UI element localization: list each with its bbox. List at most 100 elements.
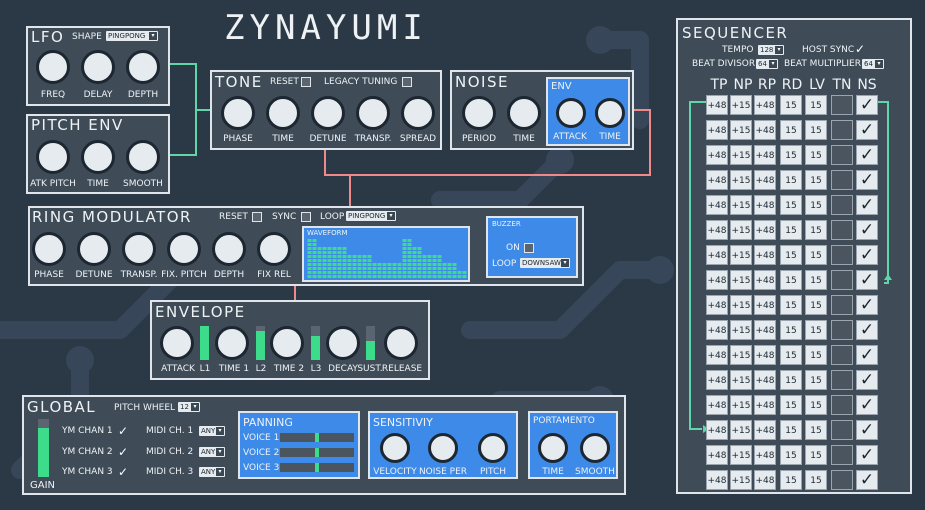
seq-tp-cell[interactable]: +48 [706, 145, 728, 165]
buzzer-loop-dropdown[interactable]: DOWNSAW ▾ [520, 258, 570, 268]
seq-rd-cell[interactable]: 15 [780, 220, 802, 240]
seq-rp-cell[interactable]: +48 [754, 245, 776, 265]
seq-lv-cell[interactable]: 15 [805, 320, 827, 340]
voice1-pan-slider[interactable] [280, 433, 354, 442]
seq-rp-cell[interactable]: +48 [754, 220, 776, 240]
seq-ns-checkbox[interactable]: ✓ [856, 345, 878, 365]
ring-reset-checkbox[interactable] [252, 212, 262, 222]
seq-tn-toggle[interactable] [831, 370, 853, 390]
seq-rp-cell[interactable]: +48 [754, 270, 776, 290]
seq-tp-cell[interactable]: +48 [706, 270, 728, 290]
pitch-env-atk-pitch-knob[interactable] [36, 140, 70, 174]
seq-np-cell[interactable]: +15 [730, 320, 752, 340]
noise-time-knob[interactable] [507, 96, 541, 130]
voice3-pan-thumb[interactable] [315, 463, 319, 472]
waveform-bars[interactable] [307, 238, 467, 280]
seq-tp-cell[interactable]: +48 [706, 120, 728, 140]
noise-period-knob[interactable] [462, 96, 496, 130]
seq-tn-toggle[interactable] [831, 345, 853, 365]
ring-phase-knob[interactable] [32, 232, 66, 266]
lfo-depth-knob[interactable] [126, 50, 160, 84]
midi-ch1-dropdown[interactable]: ANY ▾ [199, 426, 225, 436]
env-l3-level[interactable] [311, 326, 320, 360]
seq-lv-cell[interactable]: 15 [805, 295, 827, 315]
seq-tn-toggle[interactable] [831, 195, 853, 215]
noise-env-attack-knob[interactable] [556, 98, 586, 128]
seq-np-cell[interactable]: +15 [730, 470, 752, 490]
seq-tp-cell[interactable]: +48 [706, 320, 728, 340]
env-decay-knob[interactable] [326, 326, 360, 360]
seq-tn-toggle[interactable] [831, 420, 853, 440]
voice2-pan-thumb[interactable] [315, 448, 319, 457]
env-l1-level[interactable] [200, 326, 209, 360]
ring-fix-pitch-knob[interactable] [167, 232, 201, 266]
seq-rp-cell[interactable]: +48 [754, 195, 776, 215]
seq-rd-cell[interactable]: 15 [780, 120, 802, 140]
seq-np-cell[interactable]: +15 [730, 295, 752, 315]
seq-ns-checkbox[interactable]: ✓ [856, 445, 878, 465]
voice2-pan-slider[interactable] [280, 448, 354, 457]
ring-fix-rel-knob[interactable] [257, 232, 291, 266]
lfo-shape-dropdown[interactable]: PINGPONG ▾ [106, 31, 158, 41]
seq-tn-toggle[interactable] [831, 170, 853, 190]
pitch-env-smooth-knob[interactable] [126, 140, 160, 174]
lfo-delay-knob[interactable] [81, 50, 115, 84]
seq-ns-checkbox[interactable]: ✓ [856, 170, 878, 190]
seq-tn-toggle[interactable] [831, 320, 853, 340]
seq-tp-cell[interactable]: +48 [706, 445, 728, 465]
seq-ns-checkbox[interactable]: ✓ [856, 395, 878, 415]
waveform-subpanel[interactable]: WAVEFORM [302, 226, 470, 282]
seq-rp-cell[interactable]: +48 [754, 395, 776, 415]
seq-np-cell[interactable]: +15 [730, 195, 752, 215]
seq-np-cell[interactable]: +15 [730, 395, 752, 415]
seq-rp-cell[interactable]: +48 [754, 120, 776, 140]
seq-np-cell[interactable]: +15 [730, 420, 752, 440]
seq-tn-toggle[interactable] [831, 295, 853, 315]
seq-lv-cell[interactable]: 15 [805, 195, 827, 215]
seq-rd-cell[interactable]: 15 [780, 245, 802, 265]
seq-tp-cell[interactable]: +48 [706, 170, 728, 190]
seq-tp-cell[interactable]: +48 [706, 220, 728, 240]
seq-lv-cell[interactable]: 15 [805, 445, 827, 465]
pitch-wheel-dropdown[interactable]: 12 ▾ [178, 402, 200, 412]
seq-tn-toggle[interactable] [831, 245, 853, 265]
seq-ns-checkbox[interactable]: ✓ [856, 270, 878, 290]
seq-rd-cell[interactable]: 15 [780, 345, 802, 365]
seq-rd-cell[interactable]: 15 [780, 370, 802, 390]
seq-lv-cell[interactable]: 15 [805, 420, 827, 440]
tone-transp-knob[interactable] [356, 96, 390, 130]
seq-rd-cell[interactable]: 15 [780, 395, 802, 415]
seq-tn-toggle[interactable] [831, 270, 853, 290]
pitch-env-time-knob[interactable] [81, 140, 115, 174]
seq-rd-cell[interactable]: 15 [780, 445, 802, 465]
sens-velocity-knob[interactable] [380, 433, 410, 463]
seq-tn-toggle[interactable] [831, 220, 853, 240]
seq-tp-cell[interactable]: +48 [706, 420, 728, 440]
seq-ns-checkbox[interactable]: ✓ [856, 245, 878, 265]
seq-tp-cell[interactable]: +48 [706, 245, 728, 265]
seq-rp-cell[interactable]: +48 [754, 170, 776, 190]
seq-np-cell[interactable]: +15 [730, 270, 752, 290]
midi-ch2-dropdown[interactable]: ANY ▾ [199, 447, 225, 457]
porta-time-knob[interactable] [538, 433, 568, 463]
seq-tn-toggle[interactable] [831, 145, 853, 165]
tone-legacy-checkbox[interactable] [402, 77, 412, 87]
seq-np-cell[interactable]: +15 [730, 170, 752, 190]
seq-tp-cell[interactable]: +48 [706, 395, 728, 415]
seq-np-cell[interactable]: +15 [730, 145, 752, 165]
ring-transp-knob[interactable] [122, 232, 156, 266]
seq-ns-checkbox[interactable]: ✓ [856, 120, 878, 140]
voice1-pan-thumb[interactable] [315, 433, 319, 442]
seq-lv-cell[interactable]: 15 [805, 120, 827, 140]
ym-chan1-checkbox[interactable]: ✓ [118, 425, 129, 437]
seq-rp-cell[interactable]: +48 [754, 370, 776, 390]
tone-reset-checkbox[interactable] [301, 77, 311, 87]
env-time2-knob[interactable] [270, 326, 304, 360]
tone-spread-knob[interactable] [401, 96, 435, 130]
seq-lv-cell[interactable]: 15 [805, 95, 827, 115]
seq-rp-cell[interactable]: +48 [754, 445, 776, 465]
env-attack-knob[interactable] [160, 326, 194, 360]
seq-lv-cell[interactable]: 15 [805, 270, 827, 290]
seq-np-cell[interactable]: +15 [730, 220, 752, 240]
env-time1-knob[interactable] [215, 326, 249, 360]
